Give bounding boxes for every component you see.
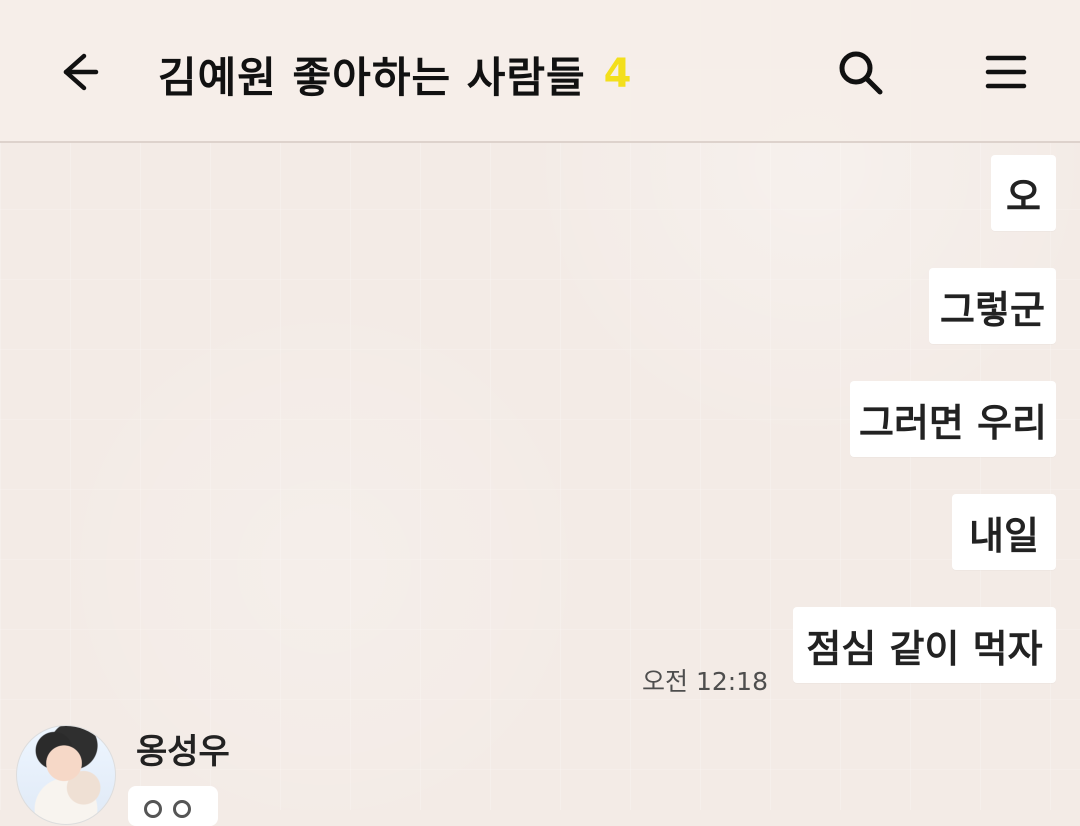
page-title: 김예원 좋아하는 사람들 [158,52,586,102]
message-bubble[interactable]: 그렇군 [929,268,1056,344]
avatar[interactable] [16,725,116,825]
menu-icon [985,55,1027,89]
search-button[interactable] [830,42,890,102]
sender-name: 옹성우 [136,732,230,772]
message-timestamp: 오전 12:18 [642,667,768,696]
message-bubble[interactable]: 오 [991,155,1056,231]
search-icon [839,51,883,95]
message-text: 점심 같이 먹자 [806,626,1043,671]
message-bubble[interactable]: 점심 같이 먹자 [793,607,1056,683]
message-bubble[interactable]: 그러면 우리 [850,381,1056,457]
back-arrow-icon [63,53,99,91]
chat-title-group: 김예원 좋아하는 사람들 4 [158,39,632,109]
member-count-badge: 4 [603,51,632,97]
chat-header: 김예원 좋아하는 사람들 4 [0,0,1080,143]
incoming-message-preview[interactable] [128,786,218,826]
message-text: 오 [1006,174,1041,219]
message-text: 내일 [969,513,1039,558]
menu-button[interactable] [976,42,1036,102]
back-button[interactable] [50,44,106,100]
message-text: 그러면 우리 [858,400,1048,445]
partial-glyph-icon [173,800,191,818]
message-bubble[interactable]: 내일 [952,494,1056,570]
message-text: 그렇군 [940,287,1045,332]
partial-glyph-icon [144,800,162,818]
